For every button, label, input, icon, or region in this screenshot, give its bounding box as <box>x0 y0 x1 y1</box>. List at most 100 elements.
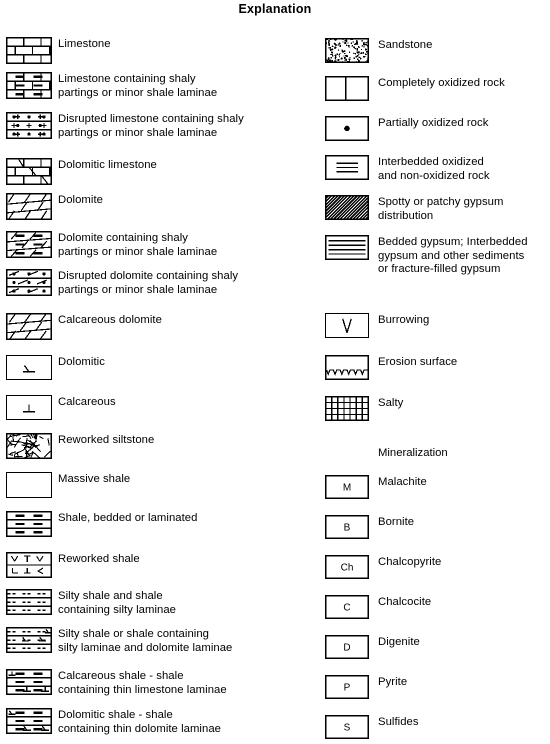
reworked-siltstone-label: Reworked siltstone <box>58 434 155 446</box>
disrupted-dolomite-symbol-icon <box>6 269 52 296</box>
spotty-gypsum-symbol-icon <box>325 195 369 220</box>
legend-entry-massive-shale: Massive shale <box>6 472 130 498</box>
dolomitic-shale-label: Dolomitic shale - shale containing thin … <box>58 709 221 735</box>
legend-entry-erosion-surface: Erosion surface <box>325 355 457 380</box>
digenite-symbol-icon: D <box>325 635 369 659</box>
completely-oxidized-symbol-icon <box>325 76 369 101</box>
legend-entry-limestone: Limestone <box>6 37 111 64</box>
dolomitic-shale-symbol-icon <box>6 708 52 734</box>
legend-entry-pyrite: P Pyrite <box>325 675 407 699</box>
reworked-shale-label: Reworked shale <box>58 553 140 565</box>
legend-entry-dolomite: Dolomite <box>6 193 103 220</box>
bedded-gypsum-label: Bedded gypsum; Interbedded gypsum and ot… <box>378 236 528 276</box>
bornite-label: Bornite <box>378 516 415 528</box>
legend-entry-salty: Salty <box>325 396 403 421</box>
mineralization-heading: Mineralization <box>378 447 448 459</box>
legend-entry-malachite: M Malachite <box>325 475 427 499</box>
legend-entry-spotty-gypsum: Spotty or patchy gypsum distribution <box>325 195 503 223</box>
sandstone-symbol-icon <box>325 38 369 63</box>
legend-entry-limestone-shaly: Limestone containing shaly partings or m… <box>6 72 217 100</box>
calcareous-symbol-icon <box>6 395 52 420</box>
interbedded-oxidized-symbol-icon <box>325 155 369 180</box>
legend-entry-dolomitic-limestone: Dolomitic limestone <box>6 158 157 185</box>
burrowing-label: Burrowing <box>378 314 430 326</box>
disrupted-limestone-label: Disrupted limestone containing shaly par… <box>58 113 244 139</box>
right-legend-column: Sandstone Completely oxidized rock Partial… <box>275 0 550 744</box>
legend-entry-chalcocite: C Chalcocite <box>325 595 431 619</box>
svg-text:D: D <box>343 643 350 654</box>
silty-shale-label: Silty shale and shale containing silty l… <box>58 590 176 616</box>
legend-entry-bedded-gypsum: Bedded gypsum; Interbedded gypsum and ot… <box>325 235 528 277</box>
dolomite-shaly-label: Dolomite containing shaly partings or mi… <box>58 232 218 258</box>
interbedded-oxidized-label: Interbedded oxidized and non-oxidized ro… <box>378 156 490 182</box>
sulfides-label: Sulfides <box>378 716 419 728</box>
digenite-label: Digenite <box>378 636 420 648</box>
legend-entry-reworked-shale: Reworked shale <box>6 552 140 578</box>
disrupted-dolomite-label: Disrupted dolomite containing shaly part… <box>58 270 239 296</box>
legend-entry-calcareous: Calcareous <box>6 395 116 420</box>
partially-oxidized-label: Partially oxidized rock <box>378 117 489 129</box>
burrowing-symbol-icon <box>325 313 369 338</box>
svg-text:B: B <box>344 523 351 534</box>
reworked-shale-symbol-icon <box>6 552 52 578</box>
dolomitic-limestone-symbol-icon <box>6 158 52 185</box>
legend-entry-bornite: B Bornite <box>325 515 414 539</box>
reworked-siltstone-symbol-icon <box>6 433 52 459</box>
massive-shale-symbol-icon <box>6 472 52 498</box>
dolomite-shaly-symbol-icon <box>6 231 52 258</box>
legend-entry-completely-oxidized: Completely oxidized rock <box>325 76 505 101</box>
silty-dolomite-shale-symbol-icon <box>6 627 52 653</box>
legend-entry-dolomitic-shale: Dolomitic shale - shale containing thin … <box>6 708 221 736</box>
malachite-symbol-icon: M <box>325 475 369 499</box>
silty-dolomite-shale-label: Silty shale or shale containing silty la… <box>58 628 233 654</box>
svg-text:M: M <box>343 483 351 494</box>
spotty-gypsum-label: Spotty or patchy gypsum distribution <box>378 196 504 222</box>
dolomitic-symbol-icon <box>6 355 52 380</box>
svg-text:P: P <box>344 683 351 694</box>
legend-entry-digenite: D Digenite <box>325 635 420 659</box>
limestone-shaly-label: Limestone containing shaly partings or m… <box>58 73 218 99</box>
legend-entry-sulfides: S Sulfides <box>325 715 419 739</box>
chalcocite-label: Chalcocite <box>378 596 432 608</box>
legend-entry-dolomite-shaly: Dolomite containing shaly partings or mi… <box>6 231 217 259</box>
dolomitic-label: Dolomitic <box>58 356 105 368</box>
completely-oxidized-label: Completely oxidized rock <box>378 77 505 89</box>
massive-shale-label: Massive shale <box>58 473 131 485</box>
disrupted-limestone-symbol-icon <box>6 112 52 139</box>
legend-entry-burrowing: Burrowing <box>325 313 429 338</box>
legend-entry-chalcopyrite: Ch Chalcopyrite <box>325 555 441 579</box>
calcareous-shale-label: Calcareous shale - shale containing thin… <box>58 670 227 696</box>
legend-entry-sandstone: Sandstone <box>325 38 432 63</box>
bedded-gypsum-symbol-icon <box>325 235 369 260</box>
silty-shale-symbol-icon <box>6 589 52 615</box>
legend-entry-silty-shale: Silty shale and shale containing silty l… <box>6 589 176 617</box>
legend-entry-reworked-siltstone: Reworked siltstone <box>6 433 154 459</box>
malachite-label: Malachite <box>378 476 427 488</box>
limestone-symbol-icon <box>6 37 52 64</box>
pyrite-label: Pyrite <box>378 676 408 688</box>
svg-text:C: C <box>343 603 350 614</box>
sulfides-symbol-icon: S <box>325 715 369 739</box>
legend-entry-calcareous-dolomite: Calcareous dolomite <box>6 313 162 340</box>
erosion-surface-symbol-icon <box>325 355 369 380</box>
legend-entry-disrupted-limestone: Disrupted limestone containing shaly par… <box>6 112 244 140</box>
legend-entry-silty-dolomite-shale: Silty shale or shale containing silty la… <box>6 627 232 655</box>
partially-oxidized-symbol-icon <box>325 116 369 141</box>
shale-bedded-label: Shale, bedded or laminated <box>58 512 198 524</box>
left-legend-column: Limestone Limestone containing shaly part… <box>0 0 275 744</box>
erosion-surface-label: Erosion surface <box>378 356 458 368</box>
chalcopyrite-symbol-icon: Ch <box>325 555 369 579</box>
svg-text:S: S <box>344 723 351 734</box>
legend-entry-interbedded-oxidized: Interbedded oxidized and non-oxidized ro… <box>325 155 490 183</box>
legend-entry-calcareous-shale: Calcareous shale - shale containing thin… <box>6 669 227 697</box>
limestone-label: Limestone <box>58 38 111 50</box>
salty-label: Salty <box>378 397 404 409</box>
dolomite-label: Dolomite <box>58 194 103 206</box>
dolomite-symbol-icon <box>6 193 52 220</box>
sandstone-label: Sandstone <box>378 39 433 51</box>
legend-entry-disrupted-dolomite: Disrupted dolomite containing shaly part… <box>6 269 238 297</box>
chalcopyrite-label: Chalcopyrite <box>378 556 442 568</box>
limestone-shaly-symbol-icon <box>6 72 52 99</box>
dolomitic-limestone-label: Dolomitic limestone <box>58 159 157 171</box>
calcareous-label: Calcareous <box>58 396 116 408</box>
